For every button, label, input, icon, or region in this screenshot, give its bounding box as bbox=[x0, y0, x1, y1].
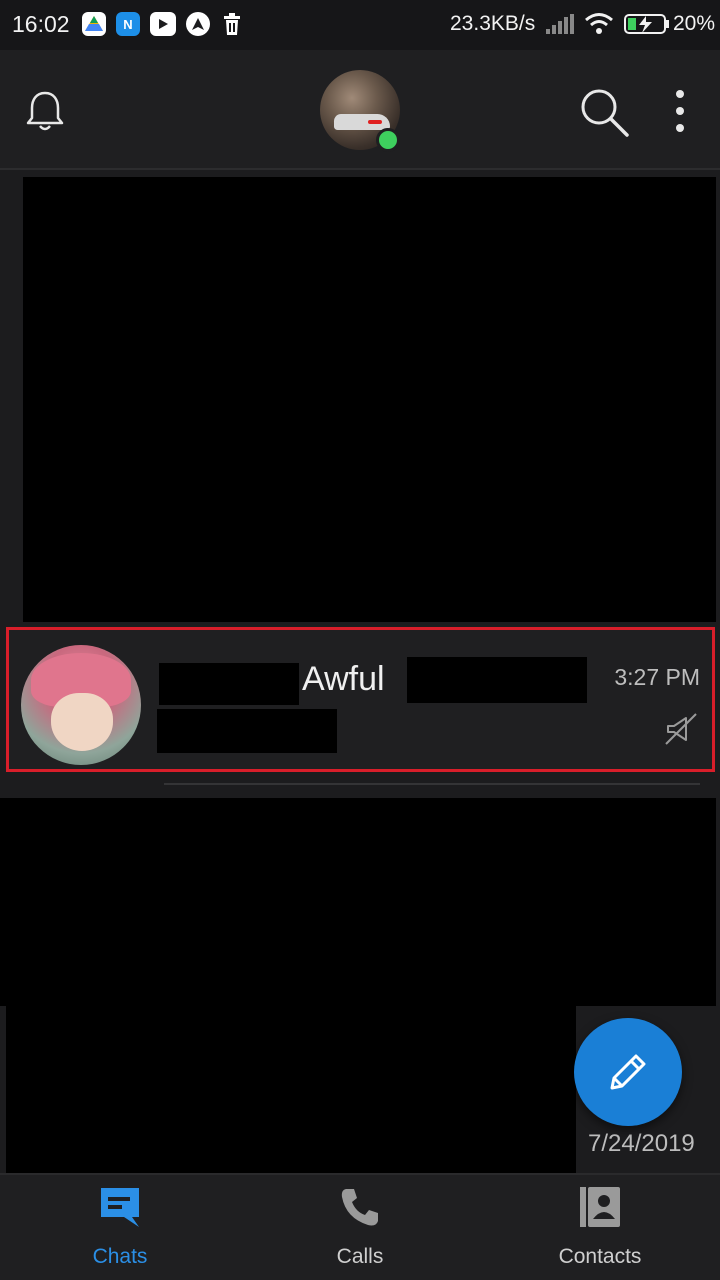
bell-icon[interactable] bbox=[22, 88, 68, 134]
phone-icon bbox=[341, 1189, 378, 1226]
chat-date: 7/24/2019 bbox=[588, 1130, 695, 1157]
tab-calls[interactable]: Calls bbox=[240, 1175, 480, 1280]
n-app-icon: N bbox=[116, 12, 140, 36]
tab-calls-label: Calls bbox=[336, 1245, 384, 1268]
muted-megaphone-icon bbox=[665, 713, 697, 745]
avatar-taillight bbox=[368, 120, 382, 124]
redacted-name-part-1 bbox=[159, 663, 299, 705]
youtube-icon bbox=[150, 12, 176, 36]
tab-chats[interactable]: Chats bbox=[0, 1175, 240, 1280]
status-bar: 16:02 N 23.3KB/s 20% bbox=[0, 0, 720, 50]
notification-icons: N bbox=[82, 12, 244, 36]
search-icon[interactable] bbox=[578, 86, 630, 138]
more-vert-icon[interactable] bbox=[668, 88, 692, 134]
battery-percent: 20% bbox=[673, 12, 716, 35]
redacted-chat-list-area-lower bbox=[0, 798, 716, 1006]
status-time: 16:02 bbox=[12, 11, 70, 37]
chat-avatar bbox=[21, 645, 141, 765]
pencil-icon bbox=[610, 1054, 646, 1090]
wifi-icon bbox=[585, 13, 613, 34]
list-divider bbox=[164, 783, 700, 785]
network-speed: 23.3KB/s bbox=[450, 12, 536, 35]
chat-list-item-highlighted[interactable]: Awful 3:27 PM bbox=[6, 627, 715, 772]
tab-chats-label: Chats bbox=[92, 1245, 148, 1268]
signal-icon bbox=[546, 14, 574, 34]
chat-time: 3:27 PM bbox=[614, 664, 700, 690]
compose-button[interactable] bbox=[574, 1018, 682, 1126]
trash-icon bbox=[220, 12, 244, 36]
tab-contacts[interactable]: Contacts bbox=[480, 1175, 720, 1280]
app-bar bbox=[0, 50, 720, 170]
tab-contacts-label: Contacts bbox=[558, 1245, 642, 1268]
drive-icon bbox=[82, 12, 106, 36]
redacted-name-part-2 bbox=[407, 657, 587, 703]
redacted-chat-list-area bbox=[23, 177, 716, 622]
maps-icon bbox=[186, 12, 210, 36]
contacts-icon bbox=[580, 1187, 620, 1227]
battery-icon bbox=[624, 14, 669, 34]
redacted-chat-list-area-lower-2 bbox=[6, 1006, 576, 1173]
online-status-dot bbox=[376, 128, 400, 152]
redacted-message-preview bbox=[157, 709, 337, 753]
avatar-face-shape bbox=[51, 693, 113, 751]
bottom-nav: Chats Calls Contacts bbox=[0, 1173, 720, 1280]
chat-icon bbox=[101, 1188, 139, 1227]
chat-name: Awful bbox=[302, 660, 385, 698]
